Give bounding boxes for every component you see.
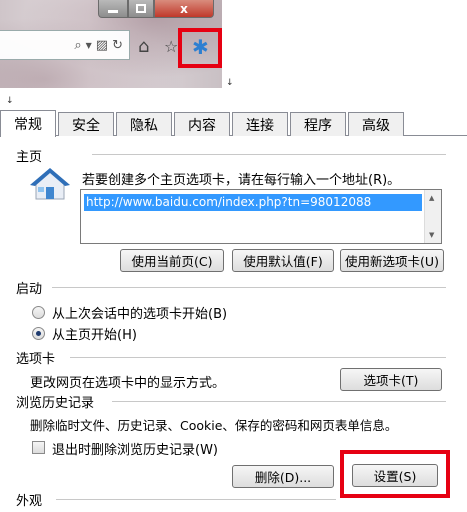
homepage-divider bbox=[92, 154, 446, 155]
favorites-star-icon[interactable]: ☆ bbox=[164, 37, 178, 56]
scroll-up-icon[interactable]: ▲ bbox=[429, 194, 434, 202]
startup-section-title: 启动 bbox=[16, 282, 43, 297]
appearance-section-title: 外观 bbox=[16, 494, 43, 509]
close-button[interactable]: x bbox=[154, 0, 214, 18]
use-default-button[interactable]: 使用默认值(F) bbox=[232, 249, 334, 272]
tab-security[interactable]: 安全 bbox=[58, 112, 114, 136]
maximize-icon bbox=[136, 4, 146, 13]
tab-privacy[interactable]: 隐私 bbox=[116, 112, 172, 136]
minimize-button[interactable] bbox=[98, 0, 128, 18]
refresh-icon[interactable]: ↻ bbox=[112, 38, 123, 53]
url-vertical-scrollbar[interactable]: ▲ ▼ bbox=[424, 190, 441, 243]
history-description: 删除临时文件、历史记录、Cookie、保存的密码和网页表单信息。 bbox=[30, 418, 398, 433]
startup-last-session-label[interactable]: 从上次会话中的选项卡开始(B) bbox=[52, 303, 227, 322]
tab-advanced[interactable]: 高级 bbox=[348, 112, 404, 136]
tab-general[interactable]: 常规 bbox=[0, 110, 56, 137]
maximize-button[interactable] bbox=[128, 0, 154, 18]
tabs-settings-button[interactable]: 选项卡(T) bbox=[340, 368, 442, 391]
house-icon bbox=[30, 168, 70, 200]
use-new-tab-button[interactable]: 使用新选项卡(U) bbox=[340, 249, 444, 272]
compatibility-icon[interactable]: ▨ bbox=[96, 38, 108, 53]
startup-divider bbox=[52, 287, 446, 288]
homepage-instruction: 若要创建多个主页选项卡，请在每行输入一个地址(R)。 bbox=[82, 173, 401, 188]
window-controls: x bbox=[98, 0, 214, 18]
home-icon[interactable]: ⌂ bbox=[138, 36, 149, 57]
tabs-divider bbox=[70, 357, 446, 358]
delete-on-exit-label[interactable]: 退出时删除浏览历史记录(W) bbox=[52, 439, 218, 458]
line-break-mark-2: ↓ bbox=[6, 96, 14, 106]
use-current-button[interactable]: 使用当前页(C) bbox=[120, 249, 224, 272]
startup-homepage-label[interactable]: 从主页开始(H) bbox=[52, 324, 137, 343]
tabs-description: 更改网页在选项卡中的显示方式。 bbox=[30, 376, 226, 391]
homepage-url-textarea[interactable]: http://www.baidu.com/index.php?tn=980120… bbox=[80, 189, 442, 244]
delete-history-button[interactable]: 删除(D)... bbox=[232, 465, 334, 488]
tabs-section-title: 选项卡 bbox=[16, 352, 56, 367]
settings-highlight-box bbox=[340, 450, 450, 498]
tab-programs[interactable]: 程序 bbox=[290, 112, 346, 136]
startup-last-session-radio[interactable] bbox=[32, 306, 45, 319]
dropdown-arrow-icon[interactable]: ▼ bbox=[86, 41, 92, 50]
delete-on-exit-checkbox[interactable] bbox=[32, 441, 45, 454]
tab-connections[interactable]: 连接 bbox=[232, 112, 288, 136]
tab-content[interactable]: 内容 bbox=[174, 112, 230, 136]
options-tab-strip: 常规 安全 隐私 内容 连接 程序 高级 bbox=[0, 110, 467, 137]
address-bar-end[interactable]: ⌕ ▼ ▨ ↻ bbox=[0, 30, 130, 60]
appearance-divider bbox=[56, 499, 336, 500]
scroll-down-icon[interactable]: ▼ bbox=[429, 231, 434, 239]
history-divider bbox=[112, 401, 446, 402]
startup-homepage-radio[interactable] bbox=[32, 327, 45, 340]
gear-highlight-box bbox=[178, 28, 222, 68]
line-break-mark: ↓ bbox=[226, 78, 234, 88]
history-section-title: 浏览历史记录 bbox=[16, 396, 95, 411]
close-icon: x bbox=[180, 1, 188, 16]
homepage-section-title: 主页 bbox=[16, 150, 43, 165]
search-icon[interactable]: ⌕ bbox=[74, 38, 81, 53]
homepage-url-text[interactable]: http://www.baidu.com/index.php?tn=980120… bbox=[84, 194, 422, 211]
minimize-icon bbox=[108, 10, 118, 13]
